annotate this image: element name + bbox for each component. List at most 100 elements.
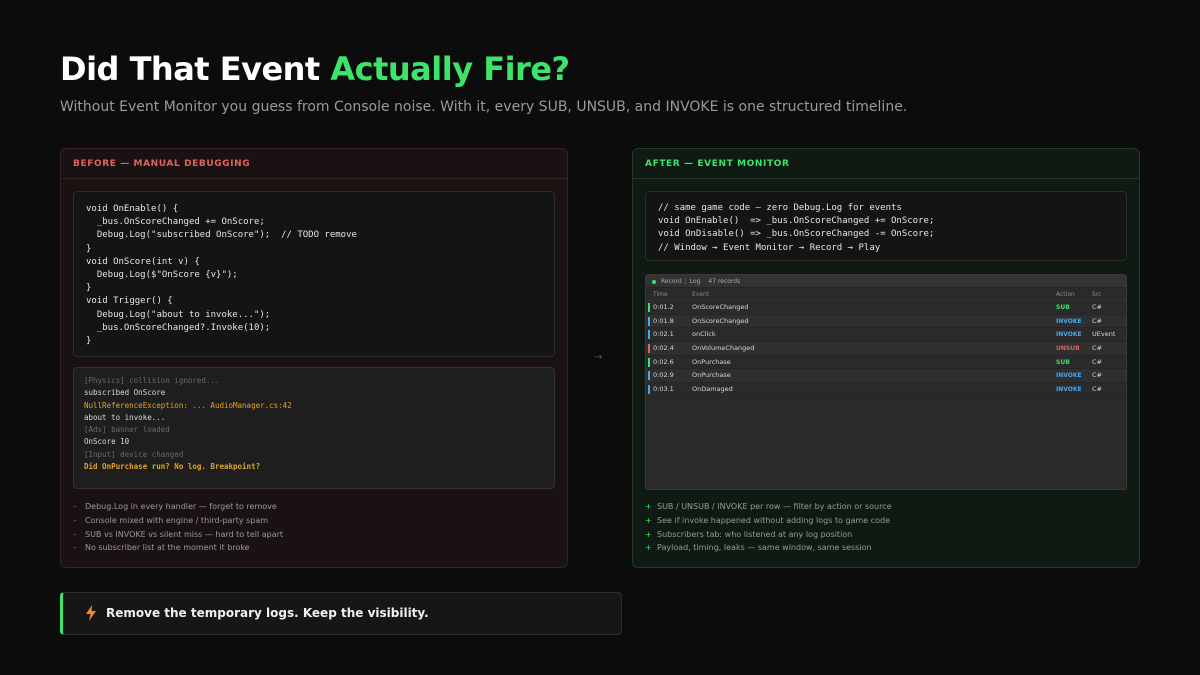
bullet-marker: + xyxy=(645,543,652,553)
code-line: } xyxy=(86,243,92,254)
row-event: OnPurchase xyxy=(692,371,731,380)
bullet-marker: – xyxy=(73,502,77,511)
before-bullet-list: – Debug.Log in every handler — forget to … xyxy=(73,500,283,555)
bullet-marker: + xyxy=(645,502,652,511)
table-row[interactable]: 0:02.9 OnPurchase INVOKE C# xyxy=(646,369,1126,384)
column-action[interactable]: Action xyxy=(1056,288,1075,301)
before-code-block: void OnEnable() { _bus.OnScoreChanged +=… xyxy=(73,191,555,357)
arrow-icon: → xyxy=(594,352,603,363)
lightning-bolt-icon xyxy=(86,605,96,621)
bullet-marker: – xyxy=(73,543,77,553)
console-line: about to invoke... xyxy=(84,412,166,422)
bullet-text: See if invoke happened without adding lo… xyxy=(657,515,891,525)
row-src: UEvent xyxy=(1092,330,1116,339)
row-action-badge: INVOKE xyxy=(1056,317,1082,325)
table-row[interactable]: 0:01.8 OnScoreChanged INVOKE C# xyxy=(646,314,1126,329)
callout-text: Remove the temporary logs. Keep the visi… xyxy=(106,606,429,620)
action-color-bar xyxy=(648,344,650,354)
row-time: 0:02.1 xyxy=(653,330,674,339)
code-line: Debug.Log($"OnScore {v}"); xyxy=(86,269,238,280)
code-line: } xyxy=(86,283,92,294)
page-title: Did That Event Actually Fire? xyxy=(60,50,570,88)
bullet-item: – Console mixed with engine / third-party… xyxy=(73,514,283,528)
bullet-item: + SUB / UNSUB / INVOKE per row — filter b… xyxy=(645,500,892,514)
bullet-marker: + xyxy=(645,515,652,525)
bullet-marker: + xyxy=(645,529,652,539)
log-tab[interactable]: Log xyxy=(690,278,701,285)
row-src: C# xyxy=(1092,385,1102,394)
after-heading: AFTER — EVENT MONITOR xyxy=(645,159,790,169)
code-line: void Trigger() { xyxy=(86,296,173,307)
console-line: OnScore 10 xyxy=(84,437,130,447)
row-action-badge: SUB xyxy=(1056,358,1070,366)
row-time: 0:02.9 xyxy=(653,371,674,380)
row-time: 0:02.4 xyxy=(653,344,674,353)
after-code-block: // same game code – zero Debug.Log for e… xyxy=(645,191,1127,261)
table-row[interactable]: 0:02.6 OnPurchase SUB C# xyxy=(646,356,1126,370)
row-time: 0:01.2 xyxy=(653,303,674,311)
console-log-block: [Physics] collision ignored... subscribed… xyxy=(73,367,555,489)
record-dot-icon[interactable] xyxy=(652,279,656,284)
action-color-bar xyxy=(648,330,650,340)
bullet-item: + See if invoke happened without adding l… xyxy=(645,514,892,528)
row-src: C# xyxy=(1092,303,1102,311)
bullet-item: – No subscriber list at the moment it bro… xyxy=(73,541,283,555)
row-src: C# xyxy=(1092,316,1102,325)
column-time[interactable]: Time xyxy=(653,288,668,301)
row-action-badge: INVOKE xyxy=(1056,372,1082,380)
action-color-bar xyxy=(648,303,650,312)
code-line: } xyxy=(86,335,92,346)
code-line: void OnScore(int v) { xyxy=(86,256,200,267)
row-event: OnScoreChanged xyxy=(692,316,749,325)
action-color-bar xyxy=(648,316,650,326)
code-line: _bus.OnScoreChanged += OnScore; xyxy=(86,217,265,228)
row-event: OnScoreChanged xyxy=(692,303,749,311)
console-line: NullReferenceException: ... AudioManager… xyxy=(84,400,292,410)
after-bullet-list: + SUB / UNSUB / INVOKE per row — filter b… xyxy=(645,500,892,555)
row-action-badge: UNSUB xyxy=(1056,345,1080,353)
bullet-text: SUB / UNSUB / INVOKE per row — filter by… xyxy=(657,502,892,511)
code-line: // Window → Event Monitor → Record → Pla… xyxy=(658,242,881,253)
table-row[interactable]: 0:03.1 OnDamaged INVOKE C# xyxy=(646,383,1126,397)
row-action-badge: SUB xyxy=(1056,304,1070,311)
bullet-marker: – xyxy=(73,529,77,539)
code-line: Debug.Log("about to invoke..."); xyxy=(86,309,271,320)
row-event: OnPurchase xyxy=(692,357,731,366)
record-button[interactable]: Record xyxy=(661,278,682,285)
table-row[interactable]: 0:01.2 OnScoreChanged SUB C# xyxy=(646,301,1126,315)
console-line: [Physics] collision ignored... xyxy=(84,376,220,385)
console-line: Did OnPurchase run? No log. Breakpoint? xyxy=(84,462,261,472)
row-src: C# xyxy=(1092,357,1102,366)
console-line: [Ads] banner loaded xyxy=(84,425,170,435)
row-event: onClick xyxy=(692,330,716,339)
page-subtitle: Without Event Monitor you guess from Con… xyxy=(60,99,908,115)
after-panel: AFTER — EVENT MONITOR // same game code … xyxy=(632,148,1140,568)
bullet-text: SUB vs INVOKE vs silent miss — hard to t… xyxy=(85,529,284,539)
bullet-item: + Subscribers tab: who listened at any lo… xyxy=(645,528,892,542)
bullet-item: – SUB vs INVOKE vs silent miss — hard to … xyxy=(73,528,283,542)
monitor-toolbar: Record | Log 47 records xyxy=(646,275,1126,288)
bullet-item: + Payload, timing, leaks — same window, s… xyxy=(645,541,892,555)
table-row[interactable]: 0:02.4 OnVolumeChanged UNSUB C# xyxy=(646,342,1126,356)
monitor-rows: 0:01.2 OnScoreChanged SUB C# 0:01.8 OnScoreCh… xyxy=(646,301,1126,397)
console-line: subscribed OnScore xyxy=(84,388,166,398)
bullet-marker: – xyxy=(73,515,77,525)
bullet-text: Subscribers tab: who listened at any log… xyxy=(657,529,853,539)
title-accent: Actually Fire? xyxy=(330,50,570,88)
bullet-text: No subscriber list at the moment it brok… xyxy=(85,543,250,553)
row-action-badge: INVOKE xyxy=(1056,386,1082,394)
row-action-badge: INVOKE xyxy=(1056,331,1082,339)
monitor-table-header: Time Event Action Src xyxy=(646,288,1126,301)
column-event[interactable]: Event xyxy=(692,288,709,301)
row-time: 0:02.6 xyxy=(653,357,674,366)
row-src: C# xyxy=(1092,371,1102,380)
bullet-text: Debug.Log in every handler — forget to r… xyxy=(85,502,277,511)
code-line: Debug.Log("subscribed OnScore"); // TODO… xyxy=(86,230,357,241)
row-event: OnDamaged xyxy=(692,385,733,394)
column-src[interactable]: Src xyxy=(1092,288,1101,301)
table-row[interactable]: 0:02.1 onClick INVOKE UEvent xyxy=(646,328,1126,343)
row-src: C# xyxy=(1092,344,1102,353)
console-line: [Input] device changed xyxy=(84,449,184,459)
bullet-text: Console mixed with engine / third-party … xyxy=(85,515,269,525)
row-event: OnVolumeChanged xyxy=(692,344,755,353)
